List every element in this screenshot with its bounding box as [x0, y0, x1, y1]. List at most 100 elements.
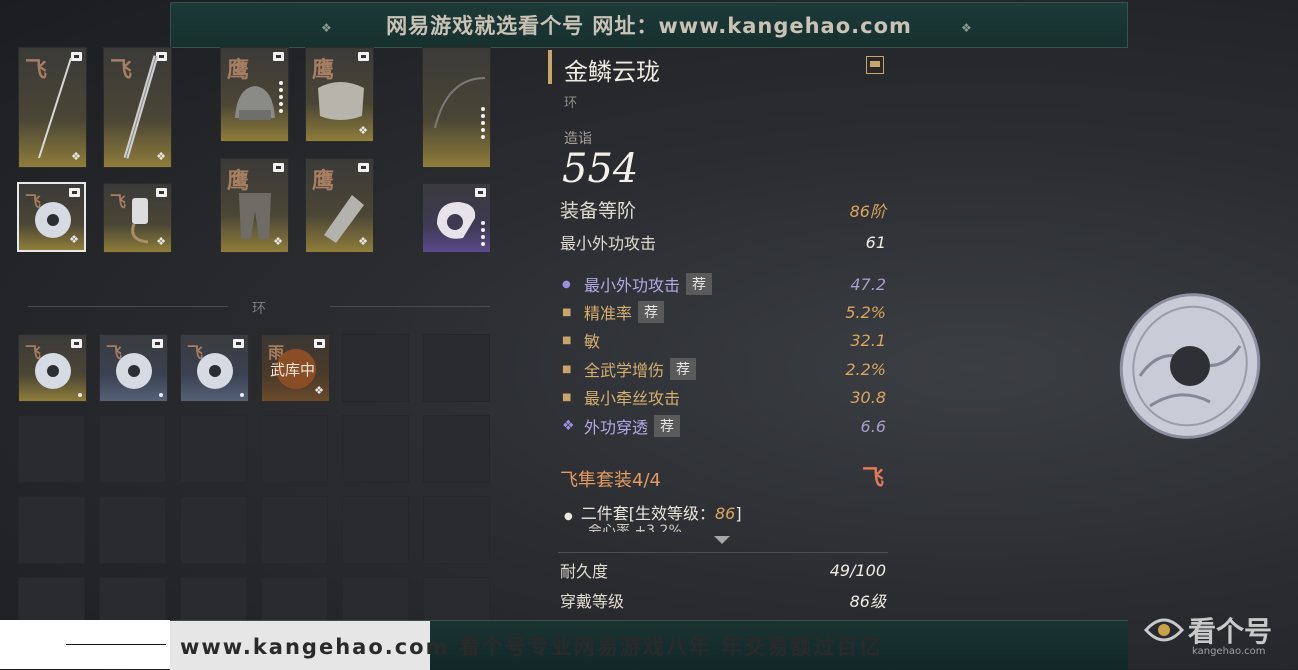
- attr-row: ❖ 外功穿透 荐 6.6: [562, 414, 886, 438]
- grade-value: 86阶: [849, 201, 886, 221]
- menu-icon[interactable]: [866, 56, 884, 74]
- rule-line: [66, 644, 166, 645]
- recommend-tag: 荐: [686, 273, 713, 295]
- ring-slot-selected[interactable]: 飞 ❖: [17, 182, 86, 252]
- empty-slot[interactable]: [180, 577, 247, 621]
- recommend-tag: 荐: [670, 358, 697, 380]
- set-line-prefix: 二件套[生效等级：: [580, 504, 715, 523]
- grade-row: 装备等阶 86阶: [560, 196, 886, 223]
- attr-value: 32.1: [850, 330, 886, 350]
- set-line-suffix: ]: [735, 504, 742, 523]
- empty-slot[interactable]: [261, 415, 328, 483]
- bullet-icon: ■: [562, 334, 572, 346]
- jade-ring-icon: [116, 353, 152, 389]
- attr-row: ■ 全武学增伤 荐 2.2%: [562, 357, 886, 381]
- star-icon: ❖: [358, 235, 368, 248]
- empty-slot[interactable]: [342, 415, 409, 483]
- empty-slot[interactable]: [342, 577, 409, 621]
- star-icon: ❖: [69, 233, 79, 246]
- inventory-item[interactable]: 飞: [18, 334, 87, 402]
- wear-level-row: 穿戴等级 86级: [560, 588, 886, 612]
- weapon-slot-1[interactable]: 飞 ❖: [18, 47, 87, 168]
- zaoyi-label: 造诣: [564, 131, 592, 147]
- inventory-item[interactable]: 飞: [180, 334, 249, 402]
- empty-slot[interactable]: [342, 496, 409, 564]
- set-cut-text: 会心率 +3.2%: [588, 524, 682, 532]
- star-icon: ❖: [273, 235, 283, 248]
- section-label: 环: [252, 301, 266, 317]
- diamond-icon: ❖: [562, 418, 575, 434]
- set-bonus-line: ● 二件套[生效等级：86]: [564, 500, 742, 524]
- set-bonus-clipped: 会心率 +3.2%: [588, 524, 868, 532]
- empty-slot[interactable]: [99, 577, 166, 621]
- bullet-icon: ■: [562, 306, 572, 318]
- attr-value: 5.2%: [845, 302, 886, 322]
- durability-row: 耐久度 49/100: [560, 558, 886, 582]
- ornament-icon: ❖: [321, 21, 332, 35]
- attr-name: 最小外功攻击: [584, 276, 681, 295]
- bullet-icon: ●: [564, 511, 573, 522]
- star-icon: ❖: [314, 384, 324, 397]
- star-icon: ❖: [156, 235, 166, 248]
- attr-row: ■ 最小牵丝攻击 30.8: [562, 385, 886, 409]
- wear-level-label: 穿戴等级: [560, 592, 625, 611]
- rank-dot: [240, 393, 244, 397]
- site-logo: 看个号 kangehao.com: [1142, 604, 1298, 664]
- empty-slot[interactable]: [342, 334, 409, 402]
- set-line-num: 86: [714, 504, 736, 523]
- attr-name: 外功穿透: [584, 418, 649, 437]
- pendant-slot[interactable]: 飞 ❖: [103, 183, 172, 253]
- empty-slot[interactable]: [261, 577, 328, 621]
- attr-name: 全武学增伤: [584, 361, 665, 380]
- attr-name: 精准率: [584, 304, 633, 323]
- empty-slot[interactable]: [423, 415, 490, 483]
- attr-row: ■ 精准率 荐 5.2%: [562, 300, 886, 324]
- empty-slot[interactable]: [18, 577, 85, 621]
- separator: [558, 552, 888, 553]
- bracer-slot[interactable]: 鹰 ❖: [305, 158, 374, 253]
- bullet-icon: ■: [562, 391, 572, 403]
- star-icon: ❖: [358, 124, 368, 137]
- empty-slot[interactable]: [18, 415, 85, 483]
- empty-slot[interactable]: [99, 415, 166, 483]
- grade-label: 装备等阶: [560, 200, 637, 222]
- empty-slot[interactable]: [261, 496, 328, 564]
- pants-slot[interactable]: 鹰 ❖: [220, 158, 289, 253]
- scroll-down-icon[interactable]: [714, 536, 730, 544]
- watermark-banner-bottom: www.kangehao.com 看个号专业网易游戏八年 年交易额过百亿: [170, 620, 1128, 670]
- star-icon: ❖: [156, 150, 166, 163]
- helmet-slot[interactable]: 鹰: [220, 47, 289, 142]
- inventory-item[interactable]: 飞: [99, 334, 168, 402]
- eye-logo-icon: [1143, 618, 1185, 642]
- white-strip: [0, 620, 170, 669]
- attr-name: 敏: [584, 332, 601, 351]
- bullet-icon: ■: [562, 363, 572, 375]
- durability-value: 49/100: [829, 560, 886, 580]
- status-label: 武库中: [270, 361, 316, 379]
- durability-label: 耐久度: [560, 562, 609, 581]
- armor-slot[interactable]: 鹰 ❖: [305, 47, 374, 142]
- empty-slot[interactable]: [423, 496, 490, 564]
- attr-value: 30.8: [850, 387, 886, 407]
- set-glyph-icon: 飞: [862, 465, 885, 491]
- empty-slot[interactable]: [423, 334, 490, 402]
- bow-slot[interactable]: [422, 47, 491, 168]
- attr-value: 2.2%: [845, 359, 886, 379]
- empty-slot[interactable]: [180, 496, 247, 564]
- rank-dots: [481, 218, 485, 246]
- base-attr-label: 最小外功攻击: [560, 234, 657, 253]
- item-title: 金鳞云珑: [564, 58, 660, 86]
- empty-slot[interactable]: [180, 415, 247, 483]
- star-icon: ❖: [71, 150, 81, 163]
- empty-slot[interactable]: [99, 496, 166, 564]
- watermark-text: www.kangehao.com 看个号专业网易游戏八年 年交易额过百亿: [180, 635, 883, 659]
- jade-ring-icon: [197, 353, 233, 389]
- item-type: 环: [564, 96, 578, 111]
- inventory-item[interactable]: 雨 武库中 ❖: [261, 334, 330, 402]
- attr-name: 最小牵丝攻击: [584, 389, 681, 408]
- empty-slot[interactable]: [18, 496, 85, 564]
- accessory-slot[interactable]: [422, 183, 491, 253]
- empty-slot[interactable]: [423, 577, 490, 621]
- wear-level-value: 86级: [849, 592, 886, 611]
- weapon-slot-2[interactable]: 飞 ❖: [103, 47, 172, 168]
